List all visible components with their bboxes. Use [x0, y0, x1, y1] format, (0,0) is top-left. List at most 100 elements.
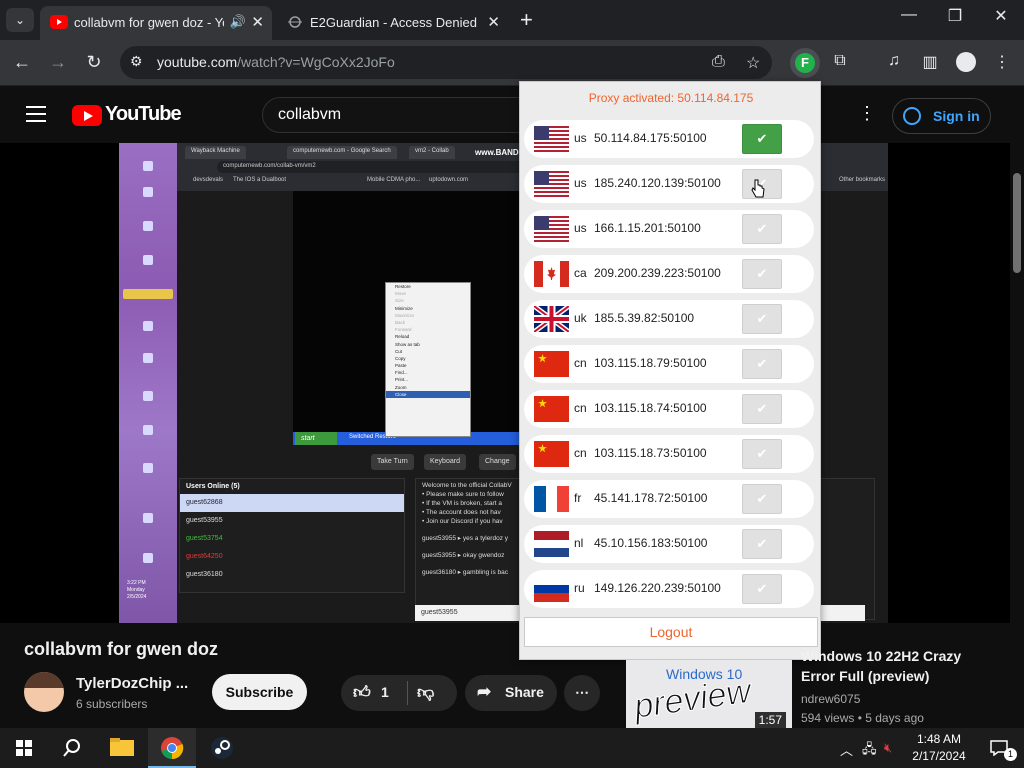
subscriber-count: 6 subscribers [76, 697, 148, 711]
proxy-row[interactable]: us 50.114.84.175:50100 ✔ [524, 120, 814, 158]
share-icon: ➦ [477, 682, 492, 701]
restore-icon[interactable]: ❐ [935, 6, 975, 26]
proxy-extension-icon: F [795, 53, 815, 73]
proxy-activate-checkbox[interactable]: ✔ [742, 124, 782, 154]
install-app-icon[interactable]: ⎙ [712, 53, 725, 71]
hand-cursor-icon [751, 179, 765, 198]
proxy-row[interactable]: cn 103.115.18.79:50100 ✔ [524, 345, 814, 383]
vm-start: start [295, 432, 337, 445]
flag-cn-icon [534, 396, 569, 422]
proxy-activate-checkbox[interactable]: ✔ [742, 349, 782, 379]
video-duration: 1:57 [754, 712, 786, 728]
settings-kebab-icon[interactable]: ⋮ [858, 103, 876, 124]
new-tab-button[interactable]: + [520, 8, 533, 32]
proxy-row[interactable]: nl 45.10.156.183:50100 ✔ [524, 525, 814, 563]
proxy-country-code: nl [574, 536, 584, 550]
system-clock[interactable]: 1:48 AM 2/17/2024 [908, 731, 970, 765]
proxy-status: Proxy activated: 50.114.84.175 [588, 91, 754, 105]
vm-desktop-strip [119, 143, 177, 623]
share-label: Share [505, 684, 544, 700]
tab-youtube[interactable]: collabvm for gwen doz - Yo 🔊 ✕ [40, 6, 272, 40]
proxy-activate-checkbox[interactable]: ✔ [742, 529, 782, 559]
url-text[interactable]: youtube.com/watch?v=WgCoXx2JoFo [157, 54, 395, 70]
proxy-row[interactable]: ca 209.200.239.223:50100 ✔ [524, 255, 814, 293]
bookmark-star-icon[interactable]: ☆ [746, 53, 760, 73]
network-icon[interactable]: 🖧︎ [862, 740, 877, 762]
sign-in-button[interactable]: Sign in [892, 98, 991, 134]
search-query: collabvm [278, 106, 342, 123]
proxy-row[interactable]: cn 103.115.18.74:50100 ✔ [524, 390, 814, 428]
proxy-activate-checkbox[interactable]: ✔ [742, 394, 782, 424]
proxy-activate-checkbox[interactable]: ✔ [742, 484, 782, 514]
proxy-activate-checkbox[interactable]: ✔ [742, 214, 782, 244]
proxy-address: 103.115.18.79:50100 [594, 356, 707, 370]
vm-context-menu: Restore Move Size Minimize Maximize Back… [385, 282, 471, 437]
proxy-country-code: ru [574, 581, 585, 595]
dislike-icon[interactable]: 👎︎ [417, 682, 434, 703]
reload-icon[interactable]: ↻ [82, 52, 106, 73]
windows-start-icon[interactable] [0, 728, 48, 768]
channel-avatar[interactable] [24, 672, 64, 712]
close-tab-icon[interactable]: ✕ [487, 13, 500, 31]
proxy-row[interactable]: ru 149.126.220.239:50100 ✔ [524, 570, 814, 608]
profile-avatar-icon[interactable] [956, 52, 976, 72]
logout-button[interactable]: Logout [524, 617, 818, 647]
subscribe-button[interactable]: Subscribe [212, 674, 307, 710]
back-icon[interactable]: ← [10, 52, 34, 73]
like-count[interactable]: 1 [381, 684, 389, 700]
recommendation-meta: 594 views • 5 days ago [801, 711, 924, 725]
address-bar[interactable]: ⚙ youtube.com/watch?v=WgCoXx2JoFo ⎙ ☆ [120, 46, 772, 79]
extensions-puzzle-icon[interactable]: ⧉ [828, 52, 852, 70]
like-icon[interactable]: 👍︎ [353, 682, 371, 703]
page-scrollbar[interactable] [1010, 143, 1024, 728]
side-panel-icon[interactable]: ▥ [918, 52, 942, 72]
tab-title: collabvm for gwen doz - Yo [74, 15, 224, 30]
youtube-header: YouTube collabvm ⋮ Sign in [0, 86, 1024, 143]
proxy-row[interactable]: us 185.240.120.139:50100 ✔ [524, 165, 814, 203]
file-explorer-icon[interactable] [98, 728, 146, 768]
proxy-row[interactable]: fr 45.141.178.72:50100 ✔ [524, 480, 814, 518]
flag-cn-icon [534, 441, 569, 467]
notification-center-icon[interactable]: 1 [976, 728, 1024, 768]
search-input[interactable]: collabvm [262, 97, 562, 133]
proxy-row[interactable]: uk 185.5.39.82:50100 ✔ [524, 300, 814, 338]
site-info-icon[interactable]: ⚙ [130, 53, 143, 70]
e2guardian-icon [288, 16, 302, 28]
proxy-activate-checkbox[interactable]: ✔ [742, 574, 782, 604]
recommendation-thumbnail[interactable]: Windows 10 preview 1:57 [626, 660, 792, 728]
tab-e2guardian[interactable]: E2Guardian - Access Denied ✕ [276, 6, 508, 40]
proxy-address: 103.115.18.73:50100 [594, 446, 707, 460]
share-button[interactable]: ➦ Share [465, 675, 557, 711]
media-control-icon[interactable]: ♫ [882, 52, 906, 70]
proxy-activate-checkbox[interactable]: ✔ [742, 259, 782, 289]
tab-strip: ⌄ collabvm for gwen doz - Yo 🔊 ✕ E2Guard… [0, 0, 1024, 40]
chrome-taskbar-icon[interactable] [148, 728, 196, 768]
forward-icon[interactable]: → [46, 52, 70, 73]
recommendation-title[interactable]: Windows 10 22H2 Crazy Error Full (previe… [801, 646, 981, 686]
flag-us-icon [534, 171, 569, 197]
close-window-icon[interactable]: ✕ [981, 6, 1021, 26]
search-icon[interactable] [48, 728, 96, 768]
more-actions-icon[interactable]: ⋯ [564, 675, 600, 711]
proxy-address: 185.5.39.82:50100 [594, 311, 695, 325]
tray-overflow-icon[interactable]: ︿ [840, 740, 853, 759]
close-tab-icon[interactable]: ✕ [251, 13, 264, 31]
proxy-activate-checkbox[interactable]: ✔ [742, 304, 782, 334]
channel-name[interactable]: TylerDozChip ... [76, 675, 188, 692]
volume-muted-icon[interactable]: 🔇︎ [884, 740, 892, 756]
proxy-extension-button[interactable]: F [790, 48, 820, 78]
proxy-row[interactable]: cn 103.115.18.73:50100 ✔ [524, 435, 814, 473]
steam-icon[interactable] [198, 728, 246, 768]
recommendation-channel[interactable]: ndrew6075 [801, 692, 860, 706]
menu-hamburger-icon[interactable] [26, 106, 46, 127]
speaker-icon[interactable]: 🔊 [230, 14, 246, 30]
flag-ru-icon [534, 576, 569, 602]
video-player[interactable]: Wayback Machine computernewb.com - Googl… [0, 143, 1010, 623]
tab-search-button[interactable]: ⌄ [6, 8, 34, 32]
chrome-menu-icon[interactable]: ⋮ [990, 52, 1014, 72]
proxy-country-code: cn [574, 446, 587, 460]
minimize-icon[interactable]: — [889, 6, 929, 24]
proxy-activate-checkbox[interactable]: ✔ [742, 439, 782, 469]
video-title: collabvm for gwen doz [24, 639, 219, 659]
proxy-row[interactable]: us 166.1.15.201:50100 ✔ [524, 210, 814, 248]
